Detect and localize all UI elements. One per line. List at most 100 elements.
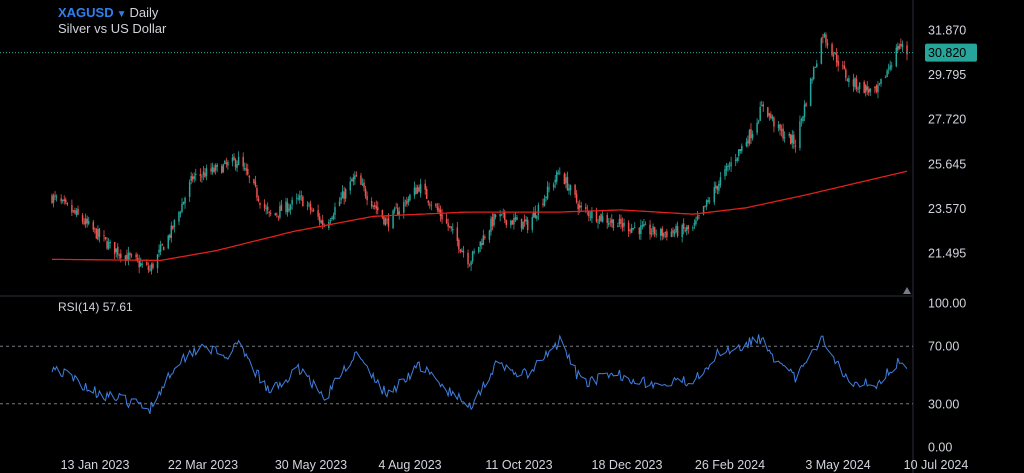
candle-body	[822, 37, 824, 39]
candle-body	[868, 89, 870, 93]
candle-body	[162, 246, 165, 251]
candle-body	[51, 195, 53, 203]
candle-body	[334, 207, 336, 215]
candle-body	[263, 203, 266, 209]
candle-body	[739, 149, 742, 152]
candle-body	[447, 223, 449, 227]
candle-body	[835, 53, 838, 63]
rsi-tick-label: 30.00	[928, 397, 959, 411]
candle-body	[800, 119, 803, 121]
candle-body	[574, 184, 576, 195]
price-tick-label: 27.720	[928, 113, 966, 127]
candle-body	[338, 201, 341, 206]
candle-body	[178, 212, 180, 222]
candle-body	[814, 66, 816, 68]
candle-body	[811, 79, 813, 81]
candle-body	[459, 249, 462, 252]
candle-body	[695, 220, 697, 225]
candle-body	[152, 263, 154, 269]
candle-body	[279, 206, 281, 218]
candle-body	[777, 124, 780, 129]
candle-body	[247, 169, 249, 175]
candle-body	[211, 166, 214, 173]
candle-body	[202, 171, 205, 176]
candle-body	[130, 254, 133, 256]
candle-body	[803, 104, 806, 117]
candle-body	[730, 162, 732, 167]
candle-body	[513, 218, 515, 225]
candle-body	[138, 260, 140, 268]
candle-body	[257, 198, 260, 202]
candle-body	[205, 168, 208, 176]
candle-body	[858, 82, 861, 89]
candle-body	[86, 218, 88, 224]
candle-body	[265, 208, 267, 210]
candle-body	[103, 235, 105, 237]
candle-body	[370, 200, 373, 207]
chart-canvas[interactable]: 13 Jan 2023 22 Mar 2023 30 May 2023 4 Aug 2…	[0, 0, 1024, 473]
candle-body	[886, 70, 888, 77]
symbol-selector[interactable]: XAGUSD	[58, 5, 114, 20]
candle-body	[884, 77, 887, 78]
candle-body	[461, 250, 463, 253]
candle-body	[629, 230, 631, 232]
price-tick-label: 29.795	[928, 68, 966, 82]
candle-body	[289, 205, 292, 210]
candle-body	[708, 200, 711, 202]
candle-body	[741, 145, 743, 152]
candle-body	[302, 196, 304, 207]
candle-body	[340, 197, 342, 201]
chevron-down-icon[interactable]: ▼	[117, 9, 127, 20]
candle-body	[820, 38, 823, 64]
candle-body	[242, 157, 244, 167]
candle-body	[725, 165, 728, 171]
candle-body	[393, 208, 396, 211]
candle-body	[216, 164, 218, 167]
candle-body	[456, 227, 459, 241]
candle-body	[588, 211, 590, 217]
candle-body	[473, 251, 475, 253]
candle-body	[159, 245, 162, 252]
candle-body	[627, 222, 630, 232]
candle-body	[659, 228, 662, 236]
candle-body	[566, 176, 569, 191]
candle-body	[546, 186, 549, 199]
candle-body	[676, 226, 679, 236]
candle-body	[109, 241, 111, 244]
candle-body	[436, 206, 439, 210]
candle-body	[805, 103, 807, 106]
candle-body	[852, 79, 855, 87]
candle-body	[520, 218, 523, 229]
candle-body	[641, 225, 644, 227]
candle-body	[392, 210, 394, 229]
candle-body	[505, 219, 508, 225]
candle-body	[768, 113, 771, 116]
candle-body	[373, 205, 376, 207]
candle-body	[286, 202, 289, 213]
candle-body	[577, 203, 579, 210]
candle-body	[555, 171, 558, 182]
candle-body	[736, 157, 738, 161]
candle-body	[117, 246, 119, 255]
candle-body	[427, 200, 430, 203]
candle-body	[158, 249, 160, 253]
price-tick-label: 21.495	[928, 247, 966, 261]
candle-body	[363, 182, 365, 188]
candle-body	[98, 228, 101, 237]
candle-body	[479, 241, 482, 247]
candle-body	[445, 218, 448, 224]
candle-body	[650, 233, 653, 235]
candle-body	[416, 187, 419, 193]
candle-body	[94, 228, 96, 229]
candle-body	[630, 227, 633, 233]
candle-body	[809, 78, 812, 107]
rsi-indicator-name: RSI(14)	[58, 300, 100, 314]
candle-body	[490, 218, 492, 232]
candle-body	[857, 88, 859, 90]
candle-body	[684, 230, 686, 232]
timeframe-label[interactable]: Daily	[130, 5, 159, 20]
candle-body	[224, 160, 226, 164]
candle-body	[236, 164, 238, 169]
candle-body	[762, 104, 764, 107]
candle-body	[66, 203, 69, 205]
